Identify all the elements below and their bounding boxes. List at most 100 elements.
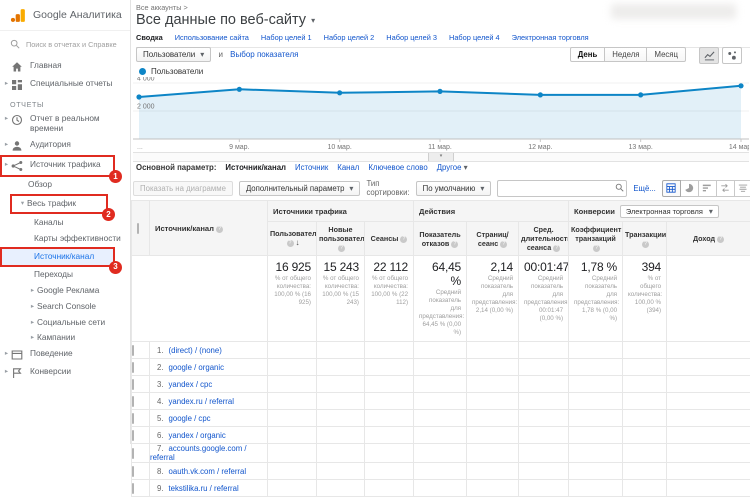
sidebar-item-конверсии[interactable]: ▸Конверсии — [0, 364, 130, 382]
users-chart[interactable]: 2 0004 0009 мар.10 мар.11 мар.12 мар.13 … — [133, 77, 749, 151]
row-metric-cell — [414, 359, 467, 376]
row-checkbox[interactable] — [132, 362, 134, 373]
performance-view-button[interactable] — [699, 180, 717, 197]
sidebar-item-search-console[interactable]: ▸Search Console — [0, 299, 130, 315]
column-header[interactable]: Страниц/сеанс? — [467, 222, 519, 256]
sidebar-item-социальные-сети[interactable]: ▸Социальные сети — [0, 315, 130, 331]
source-link[interactable]: google / cpc — [169, 414, 211, 423]
column-header[interactable]: Пользователи?↓ — [268, 222, 317, 256]
google-analytics-logo-icon — [10, 7, 27, 24]
select-metric-link[interactable]: Выбор показателя — [230, 50, 298, 59]
row-metric-cell — [667, 463, 750, 480]
tab-5[interactable]: Набор целей 3 — [386, 33, 437, 42]
summary-cell: 00:01:47Средний показатель для представл… — [519, 256, 569, 342]
row-checkbox[interactable] — [132, 448, 134, 459]
source-link[interactable]: yandex / cpc — [169, 380, 213, 389]
column-header[interactable]: Доход? — [667, 222, 750, 256]
column-header[interactable]: Новые пользователи? — [317, 222, 365, 256]
column-header[interactable]: Показатель отказов? — [414, 222, 467, 256]
column-header[interactable]: Коэффициент транзакций? — [569, 222, 623, 256]
sort-type-dropdown[interactable]: По умолчанию ▾ — [416, 181, 492, 196]
column-header[interactable]: Сеансы? — [365, 222, 414, 256]
secondary-dimension-dropdown[interactable]: Дополнительный параметр ▾ — [239, 181, 361, 196]
breadcrumb[interactable]: Все аккаунты > — [136, 3, 188, 12]
tab-3[interactable]: Набор целей 1 — [261, 33, 312, 42]
source-link[interactable]: oauth.vk.com / referral — [169, 467, 247, 476]
advanced-search-link[interactable]: Ещё... — [633, 184, 655, 193]
percentage-view-button[interactable] — [681, 180, 699, 197]
row-metric-cell — [317, 393, 365, 410]
source-link[interactable]: google / organic — [169, 363, 224, 372]
line-chart-button[interactable] — [699, 47, 719, 64]
tab-6[interactable]: Набор целей 4 — [449, 33, 500, 42]
sidebar-item-label: Search Console — [37, 302, 126, 312]
sidebar-item-источник-трафика[interactable]: ▸Источник трафика1 — [0, 155, 115, 177]
source-link[interactable]: accounts.google.com / referral — [150, 444, 247, 462]
column-header[interactable]: Транзакции? — [623, 222, 667, 256]
source-column-header[interactable]: Источник/канал? — [150, 201, 268, 256]
row-metric-cell — [667, 393, 750, 410]
primary-dimension-selected[interactable]: Источник/канал — [225, 163, 286, 172]
plot-rows-button[interactable]: Показать на диаграмме — [133, 181, 233, 196]
motion-chart-button[interactable] — [722, 47, 742, 64]
page-title[interactable]: Все данные по веб-сайту ▾ — [136, 12, 315, 28]
row-metric-cell — [268, 376, 317, 393]
granularity-день[interactable]: День — [570, 47, 606, 62]
sidebar-item-специальные-отчеты[interactable]: ▸Специальные отчеты — [0, 76, 130, 94]
sidebar-item-источник-канал[interactable]: Источник/канал3 — [0, 247, 115, 267]
source-link[interactable]: (direct) / (none) — [169, 346, 222, 355]
metric-dropdown[interactable]: Пользователи ▾ — [136, 47, 211, 62]
granularity-неделя[interactable]: Неделя — [605, 47, 647, 62]
row-checkbox[interactable] — [132, 379, 134, 390]
source-link[interactable]: yandex.ru / referral — [169, 397, 234, 406]
row-checkbox[interactable] — [132, 413, 134, 424]
tab-7[interactable]: Электронная торговля — [512, 33, 589, 42]
term-cloud-view-button[interactable] — [735, 180, 750, 197]
sidebar-item-весь-трафик[interactable]: ▾Весь трафик2 — [10, 194, 108, 214]
primary-dimension-link[interactable]: Ключевое слово — [368, 163, 427, 172]
row-checkbox[interactable] — [132, 483, 134, 494]
row-checkbox-cell — [132, 342, 150, 359]
table-view-button[interactable] — [662, 180, 681, 197]
tab-2[interactable]: Использование сайта — [175, 33, 249, 42]
row-checkbox[interactable] — [132, 466, 134, 477]
conversions-goal-dropdown[interactable]: Электронная торговля ▾ — [620, 205, 719, 218]
row-checkbox[interactable] — [132, 345, 134, 356]
row-metric-cell — [365, 463, 414, 480]
tab-4[interactable]: Набор целей 2 — [324, 33, 375, 42]
sidebar-item-отчет-в-реальном-времени[interactable]: ▸Отчет в реальном времени — [0, 111, 130, 137]
sidebar-item-карты-эффективности[interactable]: Карты эффективности — [0, 231, 130, 247]
sidebar-item-label: Специальные отчеты — [30, 79, 126, 89]
table-row: 3.yandex / cpc — [132, 376, 750, 393]
row-metric-cell — [467, 410, 519, 427]
row-metric-cell — [467, 342, 519, 359]
table-search-input[interactable] — [497, 180, 627, 197]
sidebar-item-кампании[interactable]: ▸Кампании — [0, 330, 130, 346]
sidebar-item-label: Социальные сети — [37, 318, 126, 328]
column-header[interactable]: Сред. длительность сеанса? — [519, 222, 569, 256]
svg-text:12 мар.: 12 мар. — [528, 144, 552, 151]
primary-dimension-link[interactable]: Источник — [295, 163, 328, 172]
source-link[interactable]: tekstilika.ru / referral — [169, 484, 239, 493]
row-metric-cell — [317, 342, 365, 359]
summary-cell: 394% от общего количества: 100,00 % (394… — [623, 256, 667, 342]
sidebar-item-аудитория[interactable]: ▸Аудитория — [0, 137, 130, 155]
primary-dimension-more[interactable]: Другое ▾ — [437, 163, 468, 172]
comparison-view-button[interactable] — [717, 180, 735, 197]
row-metric-cell — [623, 444, 667, 463]
select-all-checkbox[interactable] — [137, 223, 139, 234]
app-logo[interactable]: Google Аналитика — [0, 0, 130, 31]
tab-1[interactable]: Сводка — [136, 33, 163, 42]
sidebar-search[interactable]: Поиск в отчетах и Справке — [0, 31, 130, 56]
help-icon: ? — [216, 226, 223, 233]
expand-timeline-button[interactable]: ▾ — [428, 153, 454, 161]
row-checkbox[interactable] — [132, 396, 134, 407]
primary-dimension-link[interactable]: Канал — [337, 163, 359, 172]
sidebar-item-главная[interactable]: Главная — [0, 58, 130, 76]
row-checkbox[interactable] — [132, 430, 134, 441]
granularity-месяц[interactable]: Месяц — [647, 47, 686, 62]
sidebar-item-поведение[interactable]: ▸Поведение — [0, 346, 130, 364]
source-link[interactable]: yandex / organic — [169, 431, 226, 440]
sidebar-item-google-реклама[interactable]: ▸Google Реклама — [0, 283, 130, 299]
sidebar-item-label: Кампании — [37, 333, 126, 343]
